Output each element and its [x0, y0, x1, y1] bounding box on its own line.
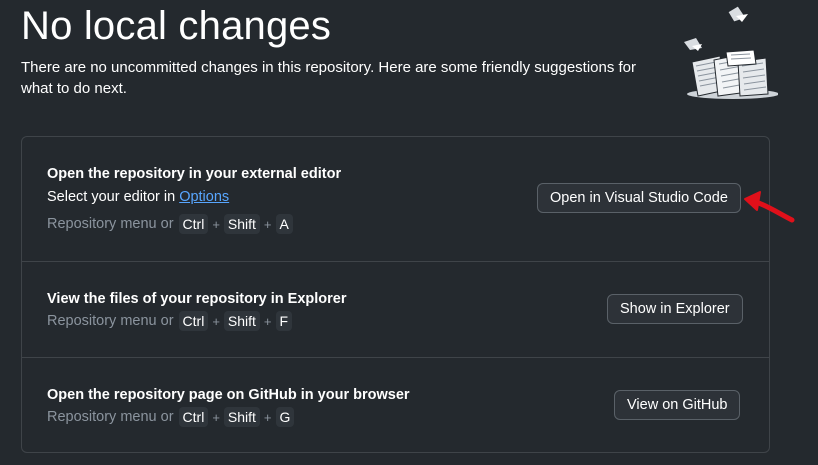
key-a: A	[275, 214, 293, 234]
shortcut-prefix: Repository menu or	[47, 216, 174, 232]
key-shift: Shift	[223, 311, 260, 331]
key-shift: Shift	[223, 214, 260, 234]
suggestion-view-github: Open the repository page on GitHub in yo…	[22, 358, 769, 452]
options-link[interactable]: Options	[179, 189, 229, 205]
show-in-explorer-button[interactable]: Show in Explorer	[607, 294, 743, 324]
key-separator: +	[212, 216, 220, 232]
no-local-changes-view: No local changes There are no uncommitte…	[0, 0, 818, 465]
key-ctrl: Ctrl	[178, 311, 209, 331]
key-g: G	[275, 407, 295, 427]
shortcut-prefix: Repository menu or	[47, 313, 174, 329]
key-separator: +	[263, 409, 272, 425]
page-title: No local changes	[21, 4, 332, 48]
open-in-vscode-button[interactable]: Open in Visual Studio Code	[537, 183, 741, 213]
red-pointer-arrow-icon	[744, 191, 795, 223]
subtitle-text: Select your editor in	[47, 189, 180, 205]
suggestion-title: View the files of your repository in Exp…	[47, 291, 347, 307]
key-ctrl: Ctrl	[178, 407, 209, 427]
key-shift: Shift	[223, 407, 260, 427]
suggestion-title: Open the repository in your external edi…	[47, 166, 342, 182]
key-ctrl: Ctrl	[178, 214, 209, 234]
suggestion-open-editor: Open the repository in your external edi…	[22, 137, 769, 262]
key-separator: +	[212, 313, 220, 329]
key-separator: +	[212, 409, 220, 425]
key-f: F	[275, 311, 293, 331]
keyboard-shortcut: Repository menu or Ctrl + Shift + G	[47, 406, 295, 428]
key-separator: +	[263, 313, 272, 329]
suggestions-panel: Open the repository in your external edi…	[21, 136, 770, 453]
view-on-github-button[interactable]: View on GitHub	[614, 390, 741, 420]
suggestion-subtitle: Select your editor in Options	[47, 189, 229, 205]
paper-stack-illustration-icon	[684, 5, 778, 99]
suggestion-title: Open the repository page on GitHub in yo…	[47, 387, 410, 403]
keyboard-shortcut: Repository menu or Ctrl + Shift + F	[47, 310, 293, 332]
key-separator: +	[263, 216, 272, 232]
page-subtitle: There are no uncommitted changes in this…	[21, 59, 637, 97]
shortcut-prefix: Repository menu or	[47, 409, 174, 425]
keyboard-shortcut: Repository menu or Ctrl + Shift + A	[47, 213, 294, 235]
suggestion-show-explorer: View the files of your repository in Exp…	[22, 262, 769, 358]
